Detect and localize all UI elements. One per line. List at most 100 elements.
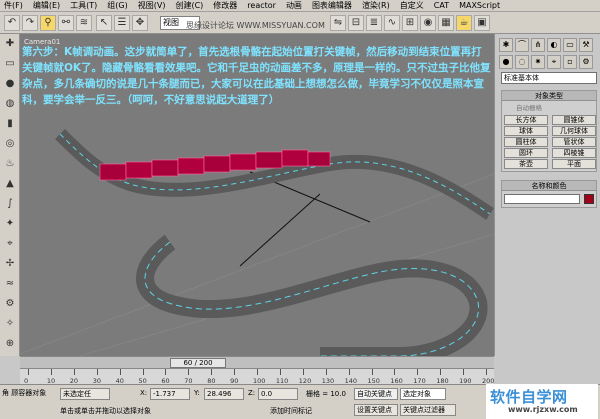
- spline-icon[interactable]: ∫: [2, 196, 18, 212]
- box-icon[interactable]: ▭: [2, 56, 18, 72]
- geosphere-icon[interactable]: ◍: [2, 96, 18, 112]
- menu-item[interactable]: 自定义: [400, 0, 424, 11]
- object-type-title[interactable]: 对象类型: [502, 91, 596, 101]
- object-type-button[interactable]: 茶壶: [504, 159, 548, 169]
- key-filters-button[interactable]: 关键点过滤器: [400, 404, 456, 416]
- lights-icon[interactable]: ✷: [531, 55, 545, 69]
- align-icon[interactable]: ⊟: [348, 15, 364, 31]
- camera-viewport[interactable]: Camera01 第六步：K帧调动画。这步就简单了，首先选根骨骼在起始位置打关键…: [20, 34, 494, 356]
- shapes-icon[interactable]: ◌: [515, 55, 529, 69]
- object-type-button[interactable]: 平面: [552, 159, 596, 169]
- modify-tab-icon[interactable]: ⌒: [515, 38, 529, 52]
- menu-item[interactable]: 件(F): [4, 0, 23, 11]
- menu-item[interactable]: CAT: [434, 1, 449, 10]
- object-type-button[interactable]: 长方体: [504, 115, 548, 125]
- undo-icon[interactable]: ↶: [4, 15, 20, 31]
- object-type-button[interactable]: 圆锥体: [552, 115, 596, 125]
- move-icon[interactable]: ✥: [132, 15, 148, 31]
- track-tick: [371, 369, 373, 375]
- menu-bar: 件(F) 编辑(E) 工具(T) 组(G) 视图(V) 创建(C) 修改器 reactor 动画…: [0, 0, 600, 12]
- compound-icon[interactable]: ⊕: [2, 336, 18, 352]
- name-color-title[interactable]: 名称和颜色: [502, 181, 596, 191]
- cone-icon[interactable]: ▲: [2, 176, 18, 192]
- menu-item[interactable]: reactor: [247, 1, 276, 10]
- utilities-tab-icon[interactable]: ⚒: [579, 38, 593, 52]
- unlink-icon[interactable]: ⚯: [58, 15, 74, 31]
- menu-item[interactable]: 渲染(R): [362, 0, 390, 11]
- object-type-button[interactable]: 四棱锥: [552, 148, 596, 158]
- body-segment: [177, 157, 205, 175]
- object-type-button[interactable]: 圆环: [504, 148, 548, 158]
- menu-item[interactable]: MAXScript: [459, 1, 500, 10]
- render-frame-icon[interactable]: ▣: [474, 15, 490, 31]
- object-type-button[interactable]: 管状体: [552, 137, 596, 147]
- grid-size-label: 栅格 = 10.0: [306, 390, 346, 398]
- y-coordinate-field[interactable]: 28.496: [204, 388, 244, 400]
- primitive-category-select[interactable]: 标准基本体: [501, 72, 597, 84]
- schematic-view-icon[interactable]: ⊞: [402, 15, 418, 31]
- bind-space-warp-icon[interactable]: ≋: [76, 15, 92, 31]
- selected-object-dropdown[interactable]: 选定对象: [400, 388, 446, 400]
- geometry-icon[interactable]: ●: [499, 55, 513, 69]
- z-label: Z:: [248, 389, 256, 397]
- layer-manager-icon[interactable]: ≣: [366, 15, 382, 31]
- menu-item[interactable]: 组(G): [107, 0, 127, 11]
- z-coordinate-field[interactable]: 0.0: [258, 388, 298, 400]
- autogrid-checkbox[interactable]: 自动栅格: [502, 101, 596, 113]
- quick-render-icon[interactable]: ☕: [456, 15, 472, 31]
- menu-item[interactable]: 创建(C): [175, 0, 203, 11]
- time-slider[interactable]: 60 / 200: [170, 358, 226, 368]
- particle-icon[interactable]: ✧: [2, 316, 18, 332]
- add-time-tag[interactable]: 添加时间标记: [270, 406, 312, 416]
- object-buttons-grid: 长方体 圆锥体 球体 几何球体 圆柱体 管状体 圆环 四棱锥 茶壶 平面: [502, 113, 596, 171]
- light-icon[interactable]: ✦: [2, 216, 18, 232]
- torus-icon[interactable]: ◎: [2, 136, 18, 152]
- menu-item[interactable]: 视图(V): [138, 0, 166, 11]
- menu-item[interactable]: 图表编辑器: [312, 0, 352, 11]
- hierarchy-tab-icon[interactable]: ⋔: [531, 38, 545, 52]
- cylinder-icon[interactable]: ▮: [2, 116, 18, 132]
- select-link-icon[interactable]: ⚲: [40, 15, 56, 31]
- time-slider-track[interactable]: 60 / 200: [20, 356, 494, 368]
- site-logo: 软件自学网 www.rjzxw.com: [486, 384, 598, 419]
- auto-key-button[interactable]: 自动关键点: [354, 388, 398, 400]
- menu-item[interactable]: 动画: [286, 0, 302, 11]
- object-type-button[interactable]: 球体: [504, 126, 548, 136]
- motion-tab-icon[interactable]: ◐: [547, 38, 561, 52]
- material-editor-icon[interactable]: ◉: [420, 15, 436, 31]
- x-coordinate-field[interactable]: -1.737: [150, 388, 190, 400]
- system-icon[interactable]: ⚙: [2, 296, 18, 312]
- helpers-icon[interactable]: ▫: [563, 55, 577, 69]
- curve-editor-icon[interactable]: ∿: [384, 15, 400, 31]
- object-name-field[interactable]: [504, 194, 580, 204]
- sphere-icon[interactable]: ●: [2, 76, 18, 92]
- track-tick: [188, 369, 190, 375]
- create-tab-icon[interactable]: ✱: [499, 38, 513, 52]
- display-tab-icon[interactable]: ▭: [563, 38, 577, 52]
- cameras-icon[interactable]: ⌖: [547, 55, 561, 69]
- render-setup-icon[interactable]: ▦: [438, 15, 454, 31]
- menu-item[interactable]: 编辑(E): [33, 0, 60, 11]
- body-segment: [203, 155, 231, 173]
- track-tick: [234, 369, 236, 375]
- space-warp-icon[interactable]: ≈: [2, 276, 18, 292]
- menu-item[interactable]: 工具(T): [70, 0, 97, 11]
- redo-icon[interactable]: ↷: [22, 15, 38, 31]
- teapot-icon[interactable]: ♨: [2, 156, 18, 172]
- systems-icon[interactable]: ⚙: [579, 55, 593, 69]
- object-color-swatch[interactable]: [584, 194, 594, 204]
- select-by-name-icon[interactable]: ☰: [114, 15, 130, 31]
- logo-main-text: 软件自学网: [490, 388, 568, 406]
- select-object-icon[interactable]: ↖: [96, 15, 112, 31]
- helper-icon[interactable]: ✢: [2, 256, 18, 272]
- body-segment: [151, 159, 179, 177]
- tools-icon[interactable]: ✚: [2, 36, 18, 52]
- camera-icon[interactable]: ⌖: [2, 236, 18, 252]
- track-tick: [119, 369, 121, 375]
- mirror-icon[interactable]: ⇋: [330, 15, 346, 31]
- object-type-button[interactable]: 几何球体: [552, 126, 596, 136]
- track-bar[interactable]: 0 10 20 30 40 50 60 70 80 90 100 110 120 130 140 150 160…: [20, 368, 494, 385]
- set-key-button[interactable]: 设置关键点: [354, 404, 398, 416]
- object-type-button[interactable]: 圆柱体: [504, 137, 548, 147]
- menu-item[interactable]: 修改器: [213, 0, 237, 11]
